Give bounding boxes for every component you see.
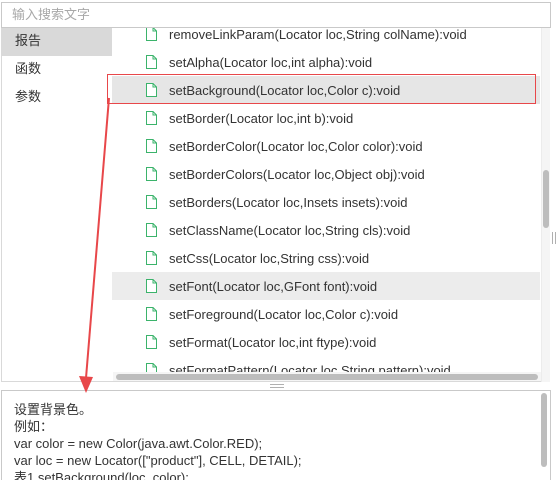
function-list-vertical-scrollbar[interactable] [541, 28, 550, 382]
search-input[interactable] [2, 3, 550, 27]
function-signature: setBackground(Locator loc,Color c):void [169, 82, 401, 98]
description-line: 设置背景色。 [14, 402, 93, 417]
function-list-item[interactable]: setAlpha(Locator loc,int alpha):void [112, 48, 540, 76]
function-list-item[interactable]: setBorders(Locator loc,Insets insets):vo… [112, 188, 540, 216]
function-list-item[interactable]: setFormat(Locator loc,int ftype):void [112, 328, 540, 356]
function-signature: setAlpha(Locator loc,int alpha):void [169, 54, 373, 70]
document-icon [146, 83, 157, 97]
document-icon [146, 28, 157, 41]
document-icon [146, 223, 157, 237]
function-signature: setClassName(Locator loc,String cls):voi… [169, 222, 411, 238]
function-list-item[interactable]: setForeground(Locator loc,Color c):void [112, 300, 540, 328]
function-list-item[interactable]: setBorder(Locator loc,int b):void [112, 104, 540, 132]
function-list-horizontal-scrollbar[interactable] [113, 372, 541, 381]
category-item-function[interactable]: 函数 [2, 56, 112, 84]
description-line: 表1.setBackground(loc, color); [14, 470, 189, 480]
vertical-splitter-handle[interactable] [552, 232, 556, 244]
document-icon [146, 55, 157, 69]
function-signature: setBorderColors(Locator loc,Object obj):… [169, 166, 425, 182]
document-icon [146, 139, 157, 153]
document-icon [146, 279, 157, 293]
function-signature: setFont(Locator loc,GFont font):void [169, 278, 378, 294]
vertical-scrollbar-thumb[interactable] [543, 170, 549, 228]
description-line: var color = new Color(java.awt.Color.RED… [14, 436, 263, 451]
document-icon [146, 111, 157, 125]
document-icon [146, 167, 157, 181]
description-scrollbar-thumb[interactable] [541, 393, 547, 467]
document-icon [146, 251, 157, 265]
function-signature: setForeground(Locator loc,Color c):void [169, 306, 399, 322]
function-list-item[interactable]: setClassName(Locator loc,String cls):voi… [112, 216, 540, 244]
description-text: 设置背景色。 例如： var color = new Color(java.awt.… [2, 391, 550, 480]
description-line: var loc = new Locator(["product"], CELL,… [14, 453, 302, 468]
function-list-item[interactable]: setFont(Locator loc,GFont font):void [112, 272, 540, 300]
function-list-panel: removeLinkParam(Locator loc,String colNa… [112, 28, 550, 382]
function-list-item[interactable]: setCss(Locator loc,String css):void [112, 244, 540, 272]
function-signature: removeLinkParam(Locator loc,String colNa… [169, 28, 467, 42]
document-icon [146, 195, 157, 209]
category-item-report[interactable]: 报告 [2, 28, 112, 56]
description-line: 例如： [14, 419, 54, 434]
function-signature: setBorders(Locator loc,Insets insets):vo… [169, 194, 408, 210]
document-icon [146, 335, 157, 349]
category-panel: 报告 函数 参数 [1, 28, 112, 382]
function-list: removeLinkParam(Locator loc,String colNa… [112, 28, 540, 381]
function-signature: setBorder(Locator loc,int b):void [169, 110, 354, 126]
function-signature: setCss(Locator loc,String css):void [169, 250, 370, 266]
function-list-item[interactable]: removeLinkParam(Locator loc,String colNa… [112, 28, 540, 48]
function-signature: setFormat(Locator loc,int ftype):void [169, 334, 377, 350]
document-icon [146, 307, 157, 321]
horizontal-splitter-handle[interactable] [270, 384, 284, 388]
description-panel: 设置背景色。 例如： var color = new Color(java.awt.… [1, 390, 551, 480]
horizontal-scrollbar-thumb[interactable] [116, 374, 538, 380]
function-list-item[interactable]: setBackground(Locator loc,Color c):void [112, 76, 540, 104]
function-signature: setBorderColor(Locator loc,Color color):… [169, 138, 423, 154]
function-list-item[interactable]: setBorderColor(Locator loc,Color color):… [112, 132, 540, 160]
category-item-parameter[interactable]: 参数 [2, 84, 112, 112]
search-box[interactable] [1, 2, 551, 28]
function-list-item[interactable]: setBorderColors(Locator loc,Object obj):… [112, 160, 540, 188]
